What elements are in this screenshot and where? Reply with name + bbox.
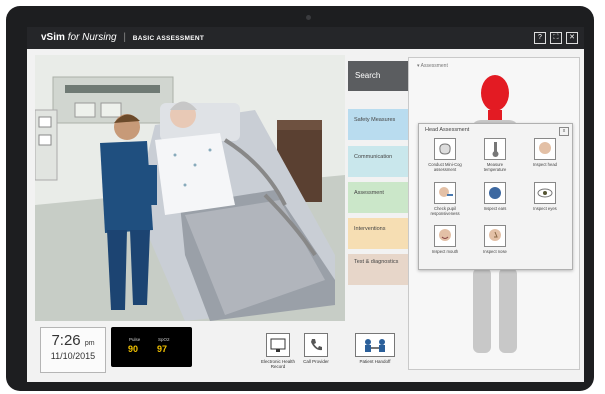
mouth-icon — [434, 225, 456, 247]
phone-icon — [304, 333, 328, 357]
penlight-icon — [434, 182, 456, 204]
clock-ampm: pm — [84, 340, 95, 347]
eye-icon — [534, 182, 556, 204]
spo2-label: SpO2 — [158, 337, 170, 342]
module-name: BASIC ASSESSMENT — [132, 35, 205, 42]
vitals-monitor[interactable]: Pulse 90 SpO2 97 — [111, 327, 192, 367]
spo2-value: 97 — [157, 344, 168, 354]
search-button[interactable]: Search — [348, 61, 408, 91]
category-interventions[interactable]: Interventions — [348, 218, 408, 249]
patient-handoff-button[interactable]: Patient Handoff — [354, 333, 396, 364]
nose-icon — [484, 225, 506, 247]
brand-separator: | — [123, 32, 126, 43]
inspect-nose-label: Inspect nose — [483, 249, 507, 254]
monitor-icon — [266, 333, 290, 357]
inspect-eyes-label: Inspect eyes — [533, 206, 557, 211]
category-safety-measures[interactable]: Safety Measures — [348, 109, 408, 140]
pupil-response-label: Check pupil responsiveness — [430, 206, 460, 216]
inspect-ears-action[interactable]: Inspect ears — [475, 182, 515, 211]
popup-title: Head Assessment — [425, 127, 470, 133]
brand-main: vSim — [41, 32, 65, 43]
camera-dot — [306, 15, 311, 20]
head-assessment-popup: Head Assessment x Conduct Mini-Cog asses… — [418, 123, 573, 270]
ehr-label: Electronic Health Record — [260, 359, 296, 369]
pulse-label: Pulse — [129, 337, 141, 342]
ear-icon — [484, 182, 506, 204]
inspect-eyes-action[interactable]: Inspect eyes — [525, 182, 565, 211]
inspect-ears-label: Inspect ears — [483, 206, 507, 211]
patient-handoff-label: Patient Handoff — [359, 359, 391, 364]
measure-temperature-action[interactable]: Measure temperature — [475, 138, 515, 172]
inspect-mouth-action[interactable]: Inspect mouth — [425, 225, 465, 254]
help-icon[interactable]: ? — [534, 32, 546, 44]
popup-close-icon[interactable]: x — [559, 127, 569, 136]
close-icon[interactable]: ✕ — [566, 32, 578, 44]
call-provider-button[interactable]: Call Provider — [299, 333, 333, 364]
app-brand: vSim for Nursing | BASIC ASSESSMENT — [41, 32, 204, 43]
patient-room-scene[interactable] — [35, 55, 345, 321]
handoff-icon — [355, 333, 395, 357]
clock-panel: 7:26 pm 11/10/2015 — [40, 327, 106, 373]
inspect-head-label: Inspect head — [533, 162, 557, 167]
inspect-nose-action[interactable]: Inspect nose — [475, 225, 515, 254]
measure-temperature-label: Measure temperature — [483, 162, 507, 172]
brain-icon — [434, 138, 456, 160]
mini-cog-label: Conduct Mini-Cog assessment — [428, 162, 462, 172]
mini-cog-action[interactable]: Conduct Mini-Cog assessment — [425, 138, 465, 172]
pulse-value: 90 — [128, 344, 139, 354]
brand-sub: for Nursing — [67, 32, 117, 43]
ehr-button[interactable]: Electronic Health Record — [259, 333, 297, 369]
category-test-diagnostics[interactable]: Test & diagnostics — [348, 254, 408, 285]
head-region[interactable] — [481, 75, 509, 111]
category-assessment[interactable]: Assessment — [348, 182, 408, 213]
category-communication[interactable]: Communication — [348, 146, 408, 177]
clock-date: 11/10/2015 — [50, 351, 96, 361]
title-bar: vSim for Nursing | BASIC ASSESSMENT ? ⛶ … — [27, 27, 584, 49]
inspect-head-action[interactable]: Inspect head — [525, 138, 565, 167]
inspect-mouth-label: Inspect mouth — [431, 249, 459, 254]
app-screen: vSim for Nursing | BASIC ASSESSMENT ? ⛶ … — [27, 27, 584, 382]
head-profile-icon — [534, 138, 556, 160]
call-provider-label: Call Provider — [303, 359, 329, 364]
pupil-response-action[interactable]: Check pupil responsiveness — [425, 182, 465, 216]
expand-icon[interactable]: ⛶ — [550, 32, 562, 44]
clock-time: 7:26 — [51, 332, 81, 349]
thermometer-icon — [484, 138, 506, 160]
